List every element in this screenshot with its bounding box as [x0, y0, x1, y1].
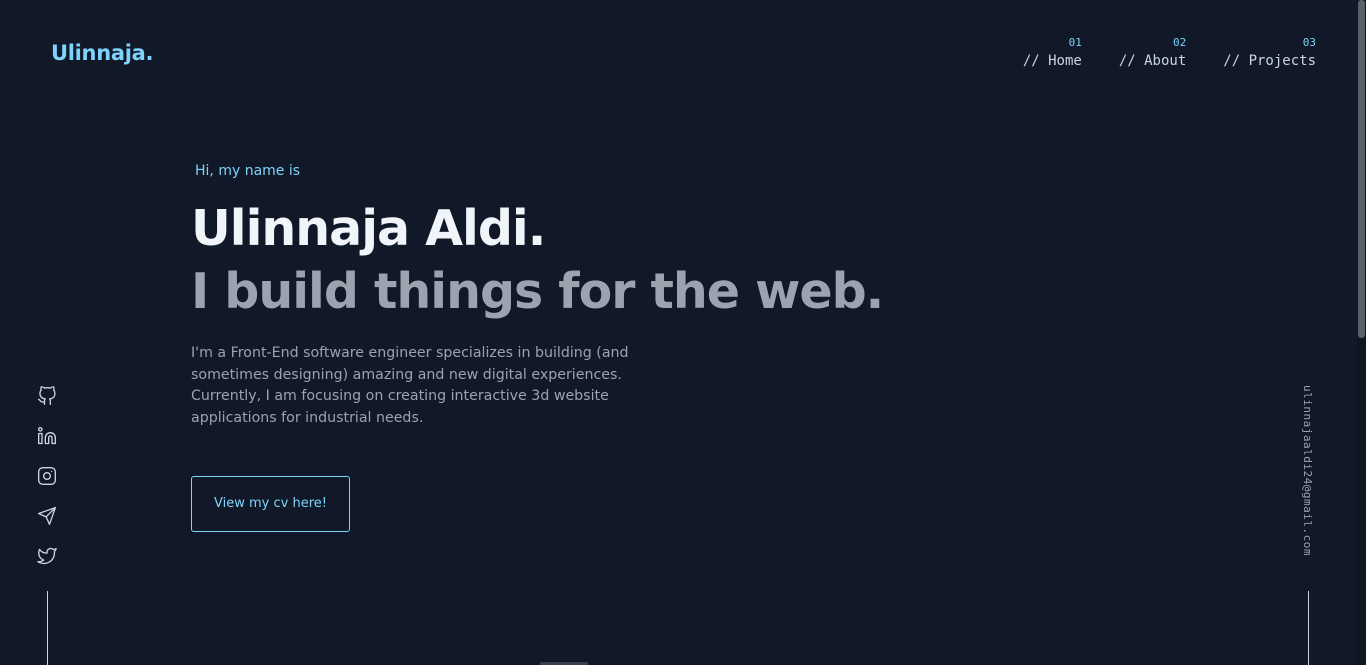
scrollbar[interactable]: [1357, 0, 1366, 665]
view-cv-button[interactable]: View my cv here!: [191, 475, 350, 532]
scrollbar-thumb[interactable]: [1358, 0, 1365, 338]
twitter-icon[interactable]: [37, 546, 57, 566]
main-nav: 01 // Home 02 // About 03 // Projects: [1023, 36, 1316, 72]
nav-projects-number: 03: [1302, 36, 1316, 49]
greeting-text: Hi, my name is: [195, 163, 301, 179]
github-icon[interactable]: [37, 386, 57, 406]
logo[interactable]: Ulinnaja.: [51, 41, 153, 65]
linkedin-icon[interactable]: [37, 426, 57, 446]
hero-name: Ulinnaja Aldi.: [191, 200, 546, 257]
nav-home-number: 01: [1068, 36, 1082, 49]
nav-about-label[interactable]: // About: [1119, 50, 1186, 72]
social-links: [37, 386, 57, 566]
left-divider-line: [47, 591, 48, 665]
nav-about-number: 02: [1173, 36, 1187, 49]
hero-section: Hi, my name is Ulinnaja Aldi. I build th…: [191, 160, 884, 532]
instagram-icon[interactable]: [37, 466, 57, 486]
hero-tagline: I build things for the web.: [191, 263, 884, 320]
nav-projects[interactable]: 03 // Projects: [1223, 36, 1316, 72]
nav-about[interactable]: 02 // About: [1119, 36, 1186, 72]
hero-description: I'm a Front-End software engineer specia…: [191, 345, 629, 427]
nav-projects-label[interactable]: // Projects: [1223, 50, 1316, 72]
nav-home[interactable]: 01 // Home: [1023, 36, 1082, 72]
nav-home-label[interactable]: // Home: [1023, 50, 1082, 72]
right-divider-line: [1308, 591, 1309, 665]
email-link[interactable]: ulinnajaaldi24@gmail.com: [1301, 385, 1314, 556]
telegram-icon[interactable]: [37, 506, 57, 526]
